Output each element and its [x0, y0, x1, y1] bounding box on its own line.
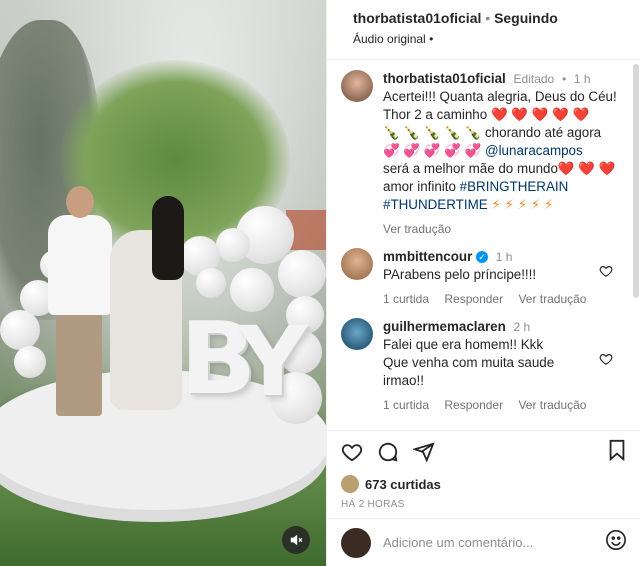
audio-label[interactable]: Áudio original — [353, 32, 426, 46]
following-button[interactable]: Seguindo — [494, 10, 558, 26]
likes-row[interactable]: 673 curtidas — [327, 473, 640, 495]
current-user-avatar — [341, 527, 371, 558]
muted-speaker-icon[interactable] — [282, 526, 310, 554]
balloon — [14, 346, 46, 378]
send-icon[interactable] — [411, 441, 435, 469]
comments-list[interactable]: thorbatista01oficial Editado • 1 h Acert… — [327, 60, 633, 430]
see-translation-link[interactable]: Ver tradução — [383, 222, 451, 236]
comment-text: Falei que era homem!! Kkk Que venha com … — [383, 336, 619, 390]
hashtag-link[interactable]: #THUNDERTIME — [383, 197, 488, 212]
lightning-emoji-icon: ⚡ ⚡ ⚡ ⚡ ⚡ — [491, 197, 554, 212]
see-translation-link[interactable]: Ver tradução — [518, 398, 586, 412]
comment-time[interactable]: 1 h — [496, 250, 513, 264]
bookmark-icon[interactable] — [607, 439, 627, 467]
comment-actions: 1 curtida Responder Ver tradução — [383, 396, 619, 414]
woman-figure-hair — [152, 196, 184, 280]
author-username[interactable]: thorbatista01oficial — [353, 10, 481, 26]
comment-text: PArabens pelo príncipe!!!! — [383, 267, 537, 282]
post-sidebar: thorbatista01oficial • Seguindo Áudio or… — [326, 0, 640, 566]
caption-edited: Editado — [513, 72, 555, 86]
man-figure-legs — [56, 308, 102, 416]
caption-line: Acertei!!! Quanta alegria, Deus do Céu! — [383, 89, 617, 104]
comment-item: guilhermemaclaren 2 h Falei que era home… — [341, 318, 633, 414]
comment-heart-icon[interactable] — [599, 352, 613, 369]
comment-actions: 1 curtida Responder Ver tradução — [383, 290, 619, 308]
post-footer: 673 curtidas HÁ 2 HORAS Adicione um come… — [327, 430, 640, 566]
reply-button[interactable]: Responder — [444, 398, 503, 412]
caption-line: #THUNDERTIME ⚡ ⚡ ⚡ ⚡ ⚡ — [383, 196, 619, 214]
comment-heart-icon[interactable] — [599, 264, 613, 281]
commenter-avatar[interactable] — [341, 318, 373, 350]
caption-time[interactable]: 1 h — [574, 72, 591, 86]
balloon — [0, 310, 40, 350]
champagne-emoji-icon: 🍾 🍾 🍾 🍾 🍾 — [383, 125, 482, 140]
post-video[interactable]: B Y — [0, 0, 326, 566]
comment-body: mmbittencour ✓ 1 h PArabens pelo príncip… — [383, 248, 619, 308]
post-timestamp[interactable]: HÁ 2 HORAS — [327, 499, 640, 510]
post-header: thorbatista01oficial • Seguindo Áudio or… — [327, 0, 640, 60]
comment-line: Falei que era homem!! Kkk — [383, 337, 544, 352]
emoji-icon[interactable] — [605, 529, 627, 557]
comment-likes[interactable]: 1 curtida — [383, 398, 429, 412]
likes-count[interactable]: 673 curtidas — [365, 477, 441, 492]
caption-line: 🍾 🍾 🍾 🍾 🍾 chorando até agora — [383, 124, 619, 142]
comment-icon[interactable] — [377, 441, 399, 469]
audio-dot: • — [429, 32, 434, 46]
caption-line: amor infinito #BRINGTHERAIN — [383, 178, 619, 196]
add-comment-input[interactable]: Adicione um comentário... — [383, 535, 605, 550]
heart-emoji-icon: ❤️ ❤️ ❤️ — [557, 161, 616, 176]
comment-username[interactable]: guilhermemaclaren — [383, 319, 506, 334]
man-figure — [48, 215, 112, 315]
see-translation-link[interactable]: Ver tradução — [518, 292, 586, 306]
heart-icon[interactable] — [341, 441, 363, 469]
man-figure-head — [66, 186, 94, 218]
caption-body: thorbatista01oficial Editado • 1 h Acert… — [383, 70, 619, 238]
comment-time[interactable]: 2 h — [514, 320, 531, 334]
add-comment-bar: Adicione um comentário... — [327, 518, 640, 566]
hashtag-link[interactable]: #BRINGTHERAIN — [460, 179, 569, 194]
reply-button[interactable]: Responder — [444, 292, 503, 306]
caption-fragment: será a melhor mãe do mundo — [383, 161, 558, 176]
comment-line: Que venha com muita saude — [383, 355, 555, 370]
verified-badge-icon: ✓ — [476, 251, 489, 264]
balloon — [196, 268, 226, 298]
commenter-avatar[interactable] — [341, 248, 373, 280]
comments-scrollbar[interactable] — [633, 64, 639, 298]
caption: thorbatista01oficial Editado • 1 h Acert… — [341, 70, 633, 238]
likes-count-text[interactable]: 673 curtidas — [365, 477, 441, 492]
caption-actions: Ver tradução — [383, 220, 619, 238]
author-avatar[interactable] — [341, 70, 373, 102]
caption-line: será a melhor mãe do mundo❤️ ❤️ ❤️ — [383, 160, 619, 178]
heart-emoji-icon: ❤️ ❤️ ❤️ ❤️ ❤️ — [490, 107, 590, 122]
balloon — [278, 250, 326, 298]
comment-item: mmbittencour ✓ 1 h PArabens pelo príncip… — [341, 248, 633, 308]
mention-link[interactable]: @lunaracampos — [485, 143, 583, 158]
liker-avatar — [341, 475, 359, 493]
caption-fragment: Thor 2 a caminho — [383, 107, 488, 122]
caption-fragment: amor infinito — [383, 179, 456, 194]
comment-likes[interactable]: 1 curtida — [383, 292, 429, 306]
caption-fragment: chorando até agora — [484, 125, 602, 140]
comment-body: guilhermemaclaren 2 h Falei que era home… — [383, 318, 619, 414]
caption-text: Acertei!!! Quanta alegria, Deus do Céu! … — [383, 88, 619, 214]
caption-line: Thor 2 a caminho ❤️ ❤️ ❤️ ❤️ ❤️ — [383, 106, 619, 124]
balloon-letter-y: Y — [238, 306, 308, 418]
action-bar — [327, 431, 640, 473]
two-hearts-emoji-icon: 💞 💞 💞 💞 💞 — [383, 143, 482, 158]
caption-dot: • — [561, 72, 567, 86]
caption-line: 💞 💞 💞 💞 💞 @lunaracampos — [383, 142, 619, 160]
header-row: thorbatista01oficial • Seguindo — [353, 10, 626, 26]
separator-dot: • — [485, 10, 491, 26]
balloon — [216, 228, 250, 262]
comment-line: irmao!! — [383, 373, 424, 388]
audio-line[interactable]: Áudio original • — [353, 32, 626, 46]
caption-username[interactable]: thorbatista01oficial — [383, 71, 506, 86]
comment-username[interactable]: mmbittencour — [383, 249, 472, 264]
